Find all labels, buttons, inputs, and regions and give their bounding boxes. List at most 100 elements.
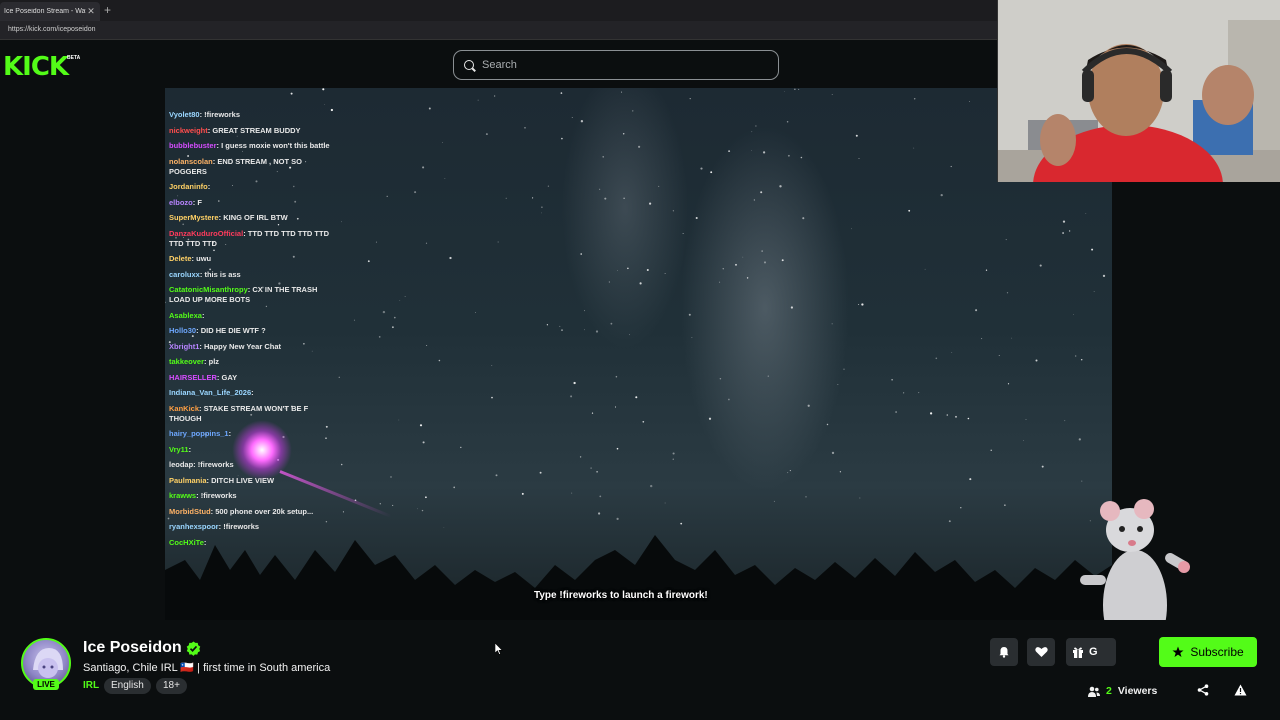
star [891,379,893,381]
star [735,263,737,266]
new-tab-button[interactable]: + [104,3,111,17]
chat-username[interactable]: elbozo [169,198,193,207]
star [419,424,423,427]
chat-username[interactable]: Jordaninfo [169,182,208,191]
webcam-overlay [997,0,1280,182]
chat-username[interactable]: nickweight [169,126,208,135]
star [477,99,479,101]
kick-logo[interactable]: KICK [3,52,69,82]
chat-username[interactable]: MorbidStud [169,507,211,516]
url-text: https://kick.com/iceposeidon [8,26,96,33]
star [784,91,786,92]
chat-username[interactable]: CocHXiTe [169,538,204,547]
star [960,507,962,509]
star [602,156,604,158]
viewers-icon [1088,686,1100,697]
star [608,281,611,283]
star [802,217,805,220]
chat-username[interactable]: Paulmania [169,476,207,485]
chat-username[interactable]: Vry11 [169,445,189,454]
star [700,167,703,170]
gift-subs-button[interactable]: G [1066,638,1116,666]
chat-username[interactable]: nolanscolan [169,157,213,166]
chat-text: !fireworks [197,460,234,469]
chat-username[interactable]: Delete [169,254,192,263]
chat-message: Asablexa: [169,311,339,321]
star [858,303,860,306]
chat-username[interactable]: Asablexa [169,311,202,320]
star-icon [1172,646,1184,657]
star [390,476,392,478]
chat-username[interactable]: SuperMystere [169,213,219,222]
chat-text: !fireworks [200,491,237,500]
star [642,420,645,423]
chat-username[interactable]: krawws [169,491,196,500]
star [1025,418,1027,420]
star [861,303,864,306]
star [763,261,767,264]
tab-close-icon[interactable]: ✕ [86,6,96,17]
follow-button[interactable] [1027,638,1055,666]
share-icon[interactable] [1197,684,1209,696]
heart-icon [1034,647,1048,657]
star [787,472,789,474]
star [505,197,507,199]
star [708,417,712,420]
chat-text: plz [208,357,220,366]
chat-message: bubblebuster: I guess moxie won't this b… [169,141,339,151]
category-link[interactable]: IRL [83,680,99,691]
star [414,191,417,194]
star [839,471,842,473]
subscribe-label: Subscribe [1190,645,1244,659]
chat-message: elbozo: F [169,198,339,208]
gift-icon [1073,647,1083,658]
chat-username[interactable]: DanzaKuduroOfficial [169,229,243,238]
notifications-button[interactable] [990,638,1018,666]
star [855,134,858,137]
star [981,338,983,340]
chat-username[interactable]: KanKick [169,404,199,413]
star [392,504,394,506]
star [940,193,943,197]
chat-username[interactable]: takkeover [169,357,204,366]
gift-button-label: G [1089,646,1098,658]
star [386,195,388,198]
chat-username[interactable]: HAIRSELLER [169,373,217,382]
browser-tab[interactable]: Ice Poseidon Stream - Watch ✕ [0,2,100,21]
chat-username[interactable]: caroluxx [169,270,200,279]
left-sidebar [0,88,165,620]
chat-username[interactable]: Xbright1 [169,342,199,351]
star [805,496,807,498]
star [761,250,763,252]
stream-title: Santiago, Chile IRL 🇨🇱 | first time in S… [83,662,331,674]
search-input[interactable]: Search [453,50,779,80]
subscribe-button[interactable]: Subscribe [1159,637,1257,667]
star [353,319,356,321]
channel-name[interactable]: Ice Poseidon [83,639,182,657]
star [404,296,406,297]
star [539,471,542,474]
report-icon[interactable] [1234,684,1247,696]
chat-username[interactable]: Indiana_Van_Life_2026 [169,388,251,397]
chat-username[interactable]: CatatonicMisanthropy [169,285,248,294]
star [629,334,630,336]
chat-message: CocHXiTe: [169,538,339,548]
chat-username[interactable]: bubblebuster [169,141,217,150]
star [975,309,978,312]
star [340,463,343,466]
chat-username[interactable]: leodap [169,460,193,469]
chat-username[interactable]: Vyolet80 [169,110,200,119]
chat-separator: : [228,429,232,438]
chat-username[interactable]: hairy_poppins_1 [169,429,229,438]
chat-username[interactable]: Hollo30 [169,326,196,335]
star [559,325,561,327]
star [632,110,634,112]
tag-language[interactable]: English [104,678,151,694]
star [807,404,810,407]
star [584,310,586,312]
star [475,312,476,313]
chat-username[interactable]: ryanhexspoor [169,522,219,531]
star [1075,355,1077,357]
star [324,104,326,105]
tag-mature[interactable]: 18+ [156,678,187,694]
